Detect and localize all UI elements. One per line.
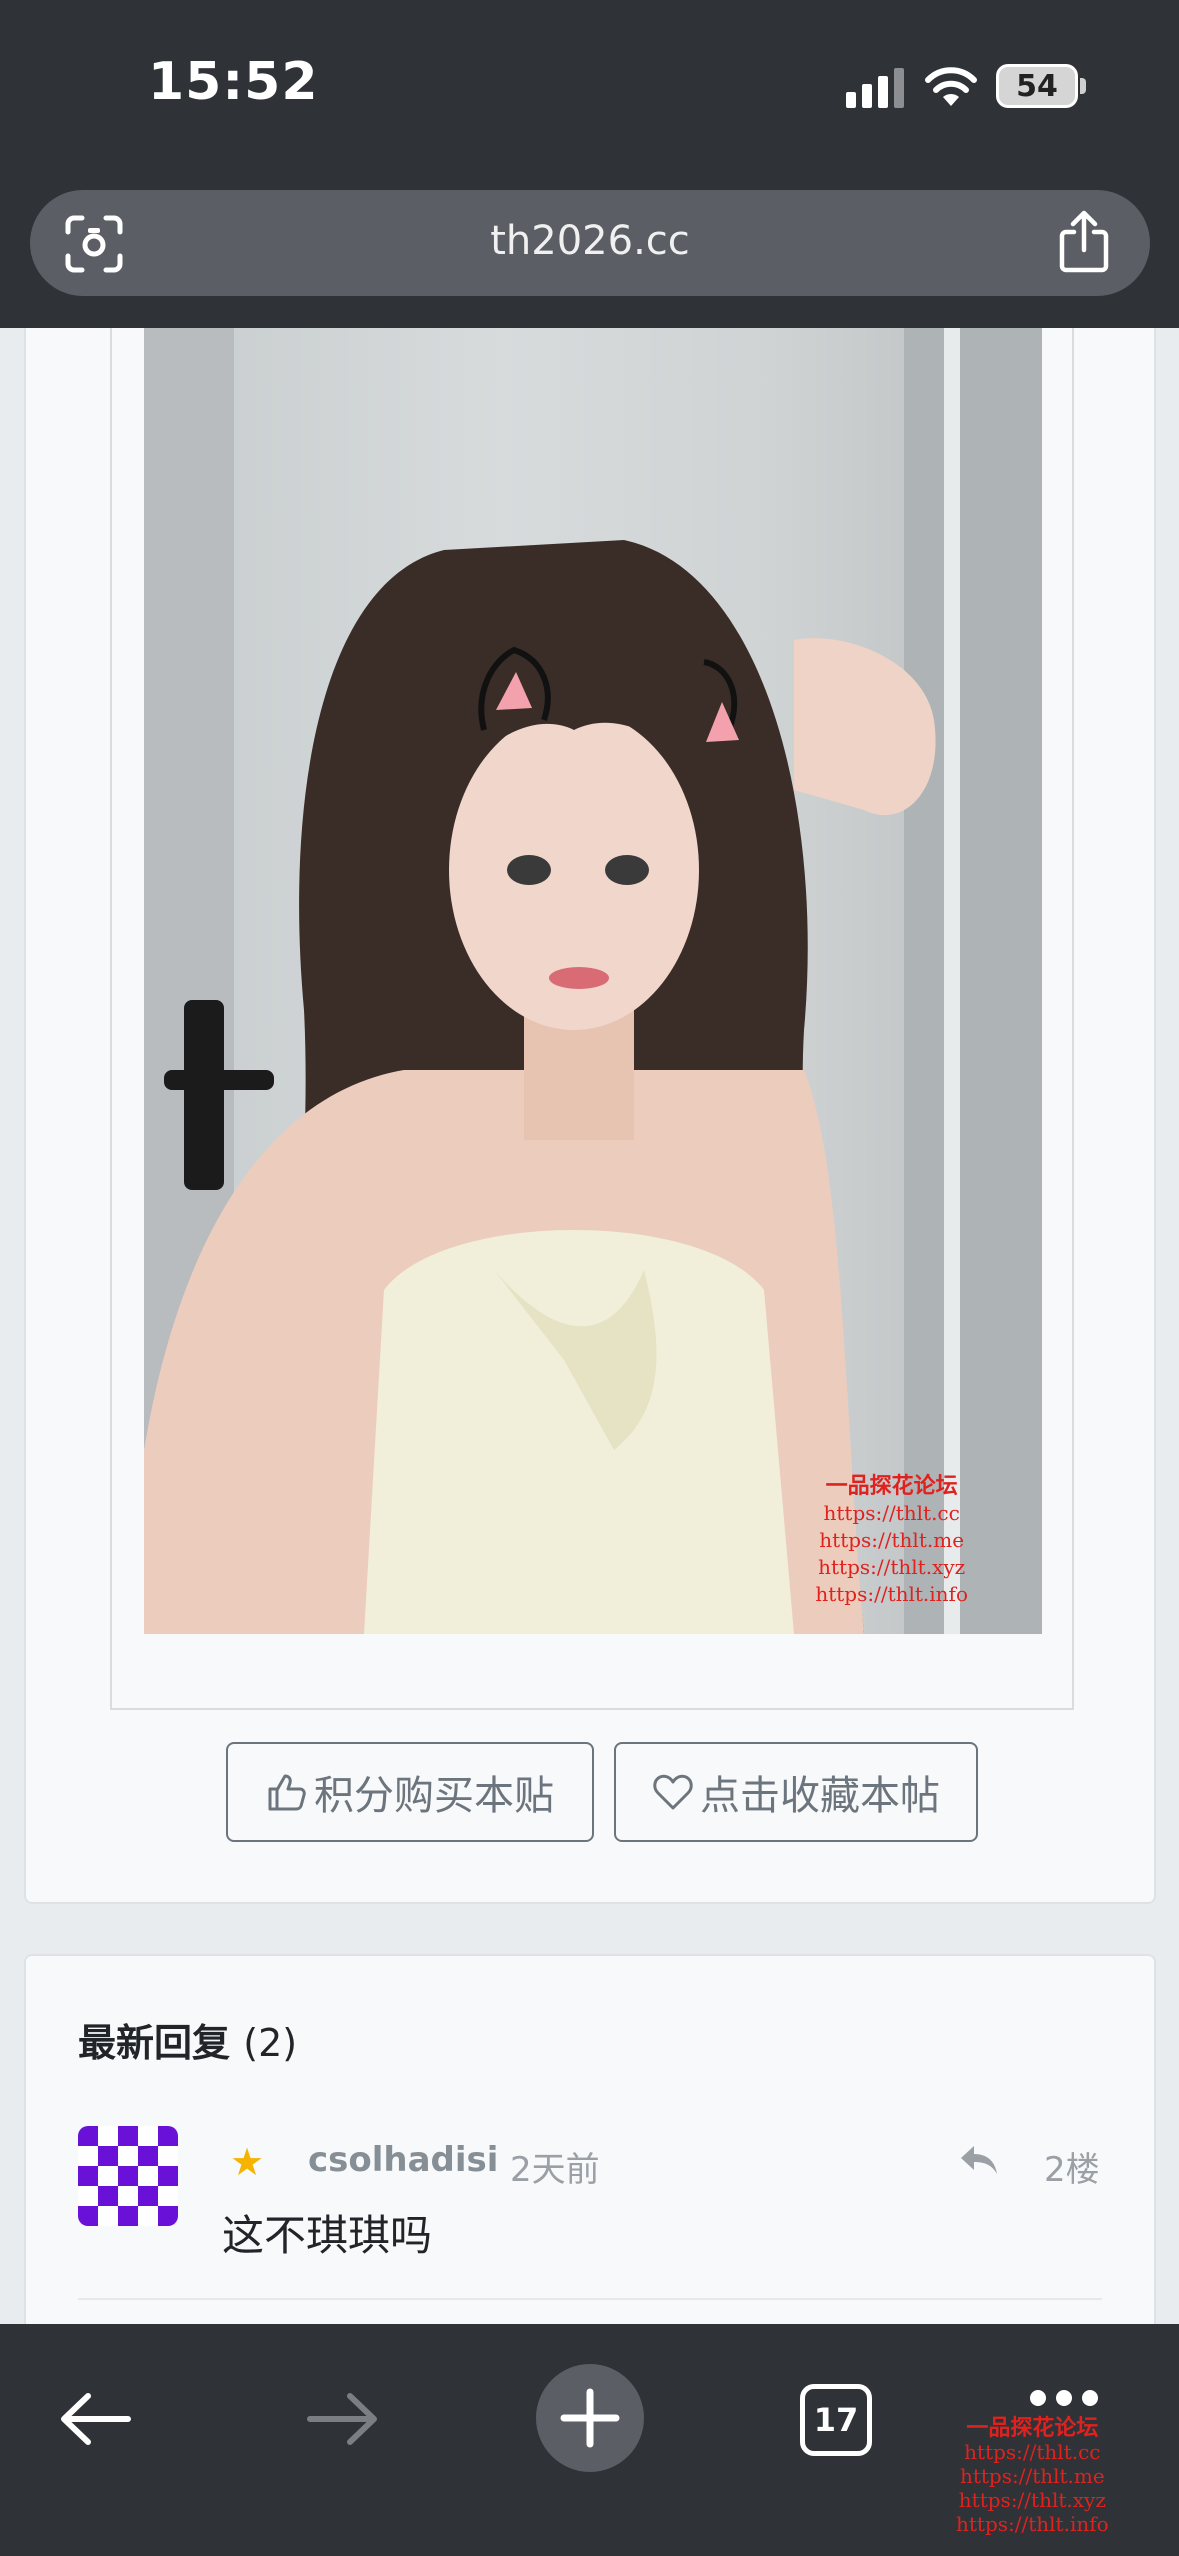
more-icon[interactable] [1030,2382,1100,2412]
browser-toolbar: 17 一品探花论坛 https://thlt.cc https://thlt.m… [0,2324,1179,2556]
avatar[interactable] [78,2126,178,2226]
reply-icon[interactable] [958,2142,1000,2178]
favorite-post-button[interactable]: 点击收藏本帖 [614,1742,978,1842]
signal-icon [846,66,906,108]
browser-top-bar: 15:52 54 th2026.cc [0,0,1179,328]
wifi-icon [925,67,977,106]
image-watermark: 一品探花论坛 https://thlt.cc https://thlt.me h… [815,1473,968,1606]
thumbs-up-icon [268,1774,306,1811]
back-arrow-icon[interactable] [58,2386,134,2452]
reply-divider [78,2298,1102,2300]
share-icon[interactable] [1056,210,1112,274]
status-time: 15:52 [148,52,319,112]
battery-tip [1080,78,1086,94]
photo-illustration [144,328,1042,1634]
post-actions: 积分购买本贴 点击收藏本帖 [26,1742,1154,1844]
forward-arrow-icon[interactable] [304,2386,380,2452]
new-tab-button[interactable] [536,2364,644,2472]
reply-username[interactable]: csolhadisi [308,2140,498,2180]
page-content: 一品探花论坛 https://thlt.cc https://thlt.me h… [0,328,1179,2328]
latest-replies-title: 最新回复 (2) [78,2021,298,2065]
post-card: 一品探花论坛 https://thlt.cc https://thlt.me h… [24,328,1156,1904]
buy-post-button[interactable]: 积分购买本贴 [226,1742,594,1842]
post-image-frame: 一品探花论坛 https://thlt.cc https://thlt.me h… [110,328,1074,1710]
post-photo[interactable]: 一品探花论坛 https://thlt.cc https://thlt.me h… [144,328,1042,1634]
reply-time: 2天前 [510,2150,600,2190]
plus-icon [560,2388,620,2448]
reply-floor: 2楼 [1044,2150,1100,2190]
buy-post-label: 积分购买本贴 [314,1773,554,1819]
toolbar-watermark: 一品探花论坛 https://thlt.cc https://thlt.me h… [956,2415,1109,2536]
heart-icon [653,1774,693,1810]
favorite-post-label: 点击收藏本帖 [700,1773,940,1819]
battery-icon: 54 [996,64,1078,108]
latest-replies-card: 最新回复 (2) ★ csolhadisi 2天前 2楼 这不琪琪吗 [24,1954,1156,2328]
battery-level: 54 [1016,69,1058,104]
reply-text: 这不琪琪吗 [222,2211,433,2260]
star-icon: ★ [230,2140,265,2184]
tabs-icon[interactable]: 17 [800,2384,872,2456]
address-bar[interactable]: th2026.cc [30,190,1150,296]
url-text[interactable]: th2026.cc [30,218,1150,264]
reply-count: (2) [243,2021,298,2065]
